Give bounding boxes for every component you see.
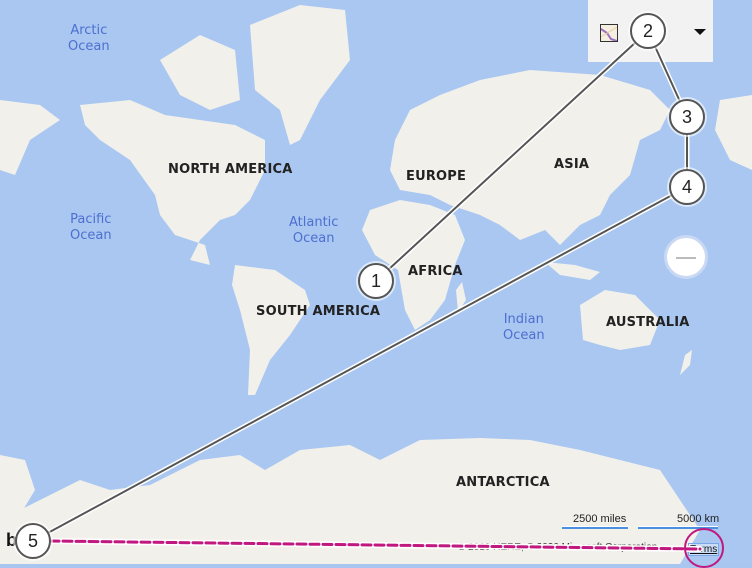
step-marker-3: 3 [669, 99, 705, 135]
scale-km-label: 5000 km [677, 513, 720, 525]
road-map-thumbnail-icon [600, 24, 618, 42]
step-marker-4: 4 [669, 169, 705, 205]
arctic-islands [160, 35, 240, 110]
continent-label-south-america: SOUTH AMERICA [256, 304, 381, 319]
ocean-label-line: Indian [503, 312, 544, 327]
ocean-label-indian: Indian Ocean [503, 312, 545, 344]
ocean-label-line: Atlantic [289, 215, 339, 230]
ocean-label-line: Pacific [70, 212, 112, 227]
step-marker-1: 1 [358, 263, 394, 299]
ocean-label-line: Ocean [68, 39, 110, 54]
minus-icon [676, 257, 696, 259]
new-zealand [680, 350, 692, 375]
chukotka-west [0, 100, 60, 175]
step-marker-5: 5 [15, 523, 51, 559]
continent-label-europe: EUROPE [406, 169, 467, 184]
continent-label-asia: ASIA [554, 157, 590, 172]
indonesia [545, 262, 600, 280]
ocean-label-atlantic: Atlantic Ocean [289, 215, 338, 247]
greenland [250, 5, 350, 145]
continent-label-antarctica: ANTARCTICA [456, 475, 550, 490]
ocean-label-arctic: Arctic Ocean [68, 23, 110, 55]
continent-label-africa: AFRICA [408, 264, 463, 279]
scale-miles-label: 2500 miles [573, 513, 627, 525]
alaska-east [715, 95, 752, 170]
ocean-label-line: Ocean [503, 328, 545, 343]
continent-label-australia: AUSTRALIA [606, 315, 690, 330]
south-america [232, 265, 310, 395]
copyright-text: © 2019 HERE, © 2020 Microsoft Corporatio… [458, 542, 658, 553]
target-highlight-ring [684, 528, 724, 568]
ocean-label-line: Ocean [292, 231, 335, 246]
scale-miles-bar [562, 526, 628, 529]
ocean-label-line: Arctic [70, 23, 108, 38]
madagascar [456, 282, 466, 312]
caret-down-icon[interactable] [694, 29, 706, 35]
zoom-out-button[interactable] [664, 235, 708, 279]
continent-label-north-america: NORTH AMERICA [168, 162, 293, 177]
ocean-label-line: Ocean [70, 228, 112, 243]
ocean-label-pacific: Pacific Ocean [70, 212, 112, 244]
step-marker-2: 2 [630, 13, 666, 49]
